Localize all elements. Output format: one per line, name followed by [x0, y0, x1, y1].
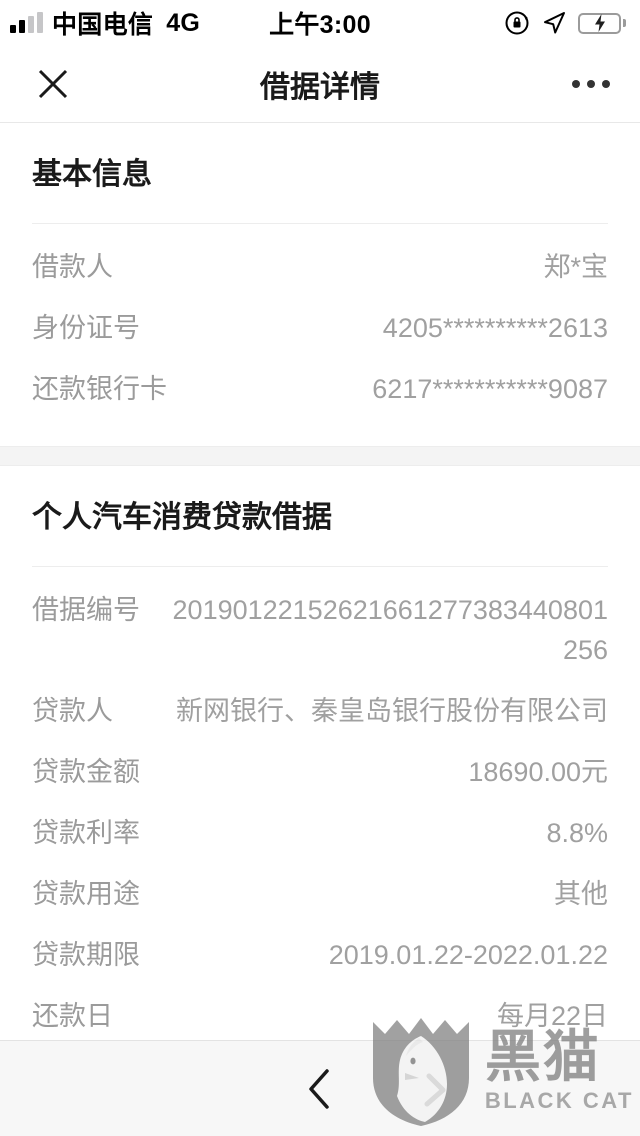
row-value: 20190122152621661277383440801256 — [172, 595, 608, 665]
row-label: 贷款利率 — [32, 817, 140, 848]
row-label: 贷款用途 — [32, 879, 140, 910]
row-value: 郑*宝 — [543, 252, 608, 282]
detail-row: 借款人 郑*宝 — [32, 237, 608, 298]
detail-row: 还款银行卡 6217***********9087 — [32, 359, 608, 420]
close-icon — [38, 69, 68, 99]
rotation-lock-icon — [505, 11, 529, 35]
back-chevron-icon[interactable] — [303, 1064, 337, 1114]
row-value: 18690.00元 — [468, 756, 608, 787]
row-value: 其他 — [554, 879, 608, 910]
network-type-label: 4G — [166, 8, 201, 37]
row-value: 每月22日 — [496, 1001, 608, 1032]
detail-row: 借据编号 20190122152621661277383440801256 — [32, 580, 608, 680]
section-gap — [0, 446, 640, 467]
section-auto-loan-note: 个人汽车消费贷款借据 借据编号 201901221526216612773834… — [0, 466, 640, 1048]
detail-row: 贷款利率 8.8% — [32, 803, 608, 864]
close-button[interactable] — [30, 61, 76, 107]
status-bar-left: 中国电信 4G — [10, 5, 200, 41]
row-label: 还款日 — [32, 1001, 113, 1032]
status-bar-right — [504, 10, 626, 36]
detail-row: 贷款期限 2019.01.22-2022.01.22 — [32, 925, 608, 986]
navigation-bar: 借据详情 — [0, 46, 640, 123]
row-value: 4205**********2613 — [382, 313, 608, 344]
section-basic-info: 基本信息 借款人 郑*宝 身份证号 4205**********2613 还款银… — [0, 123, 640, 447]
bottom-navigation-bar — [0, 1040, 640, 1136]
detail-row: 贷款人 新网银行、秦皇岛银行股份有限公司 — [32, 681, 608, 742]
more-options-icon — [602, 80, 610, 88]
detail-content[interactable]: 基本信息 借款人 郑*宝 身份证号 4205**********2613 还款银… — [0, 123, 640, 1135]
location-arrow-icon — [544, 12, 565, 34]
row-value: 2019.01.22-2022.01.22 — [328, 940, 608, 971]
page-title: 借据详情 — [260, 71, 380, 104]
row-label: 借据编号 — [32, 595, 140, 626]
section-title: 个人汽车消费贷款借据 — [32, 501, 332, 535]
row-label: 贷款期限 — [32, 940, 140, 971]
row-label: 还款银行卡 — [32, 374, 167, 405]
carrier-label: 中国电信 — [52, 11, 154, 39]
status-bar: 中国电信 4G 上午3:00 — [0, 0, 640, 46]
row-label: 借款人 — [32, 252, 113, 282]
row-label: 身份证号 — [32, 313, 140, 344]
section-rows: 借据编号 20190122152621661277383440801256 贷款… — [32, 567, 608, 1047]
section-rows: 借款人 郑*宝 身份证号 4205**********2613 还款银行卡 62… — [32, 224, 608, 420]
row-value: 8.8% — [546, 817, 608, 848]
detail-row: 贷款用途 其他 — [32, 864, 608, 925]
more-options-icon — [587, 80, 595, 88]
detail-row: 还款日 每月22日 — [32, 986, 608, 1047]
row-label: 贷款金额 — [32, 756, 140, 787]
row-value: 6217***********9087 — [372, 374, 608, 405]
battery-charging-icon — [578, 12, 626, 34]
phone-screen: 中国电信 4G 上午3:00 借据详情 基本信息 借款人 郑*宝 身份证号 42… — [0, 0, 640, 1136]
row-label: 贷款人 — [32, 695, 113, 726]
detail-row: 贷款金额 18690.00元 — [32, 742, 608, 803]
more-options-icon — [572, 80, 580, 88]
signal-bars-icon — [10, 12, 43, 33]
row-value: 新网银行、秦皇岛银行股份有限公司 — [176, 695, 608, 726]
detail-row: 身份证号 4205**********2613 — [32, 298, 608, 359]
section-title: 基本信息 — [32, 158, 152, 191]
more-options-button[interactable] — [572, 80, 610, 88]
